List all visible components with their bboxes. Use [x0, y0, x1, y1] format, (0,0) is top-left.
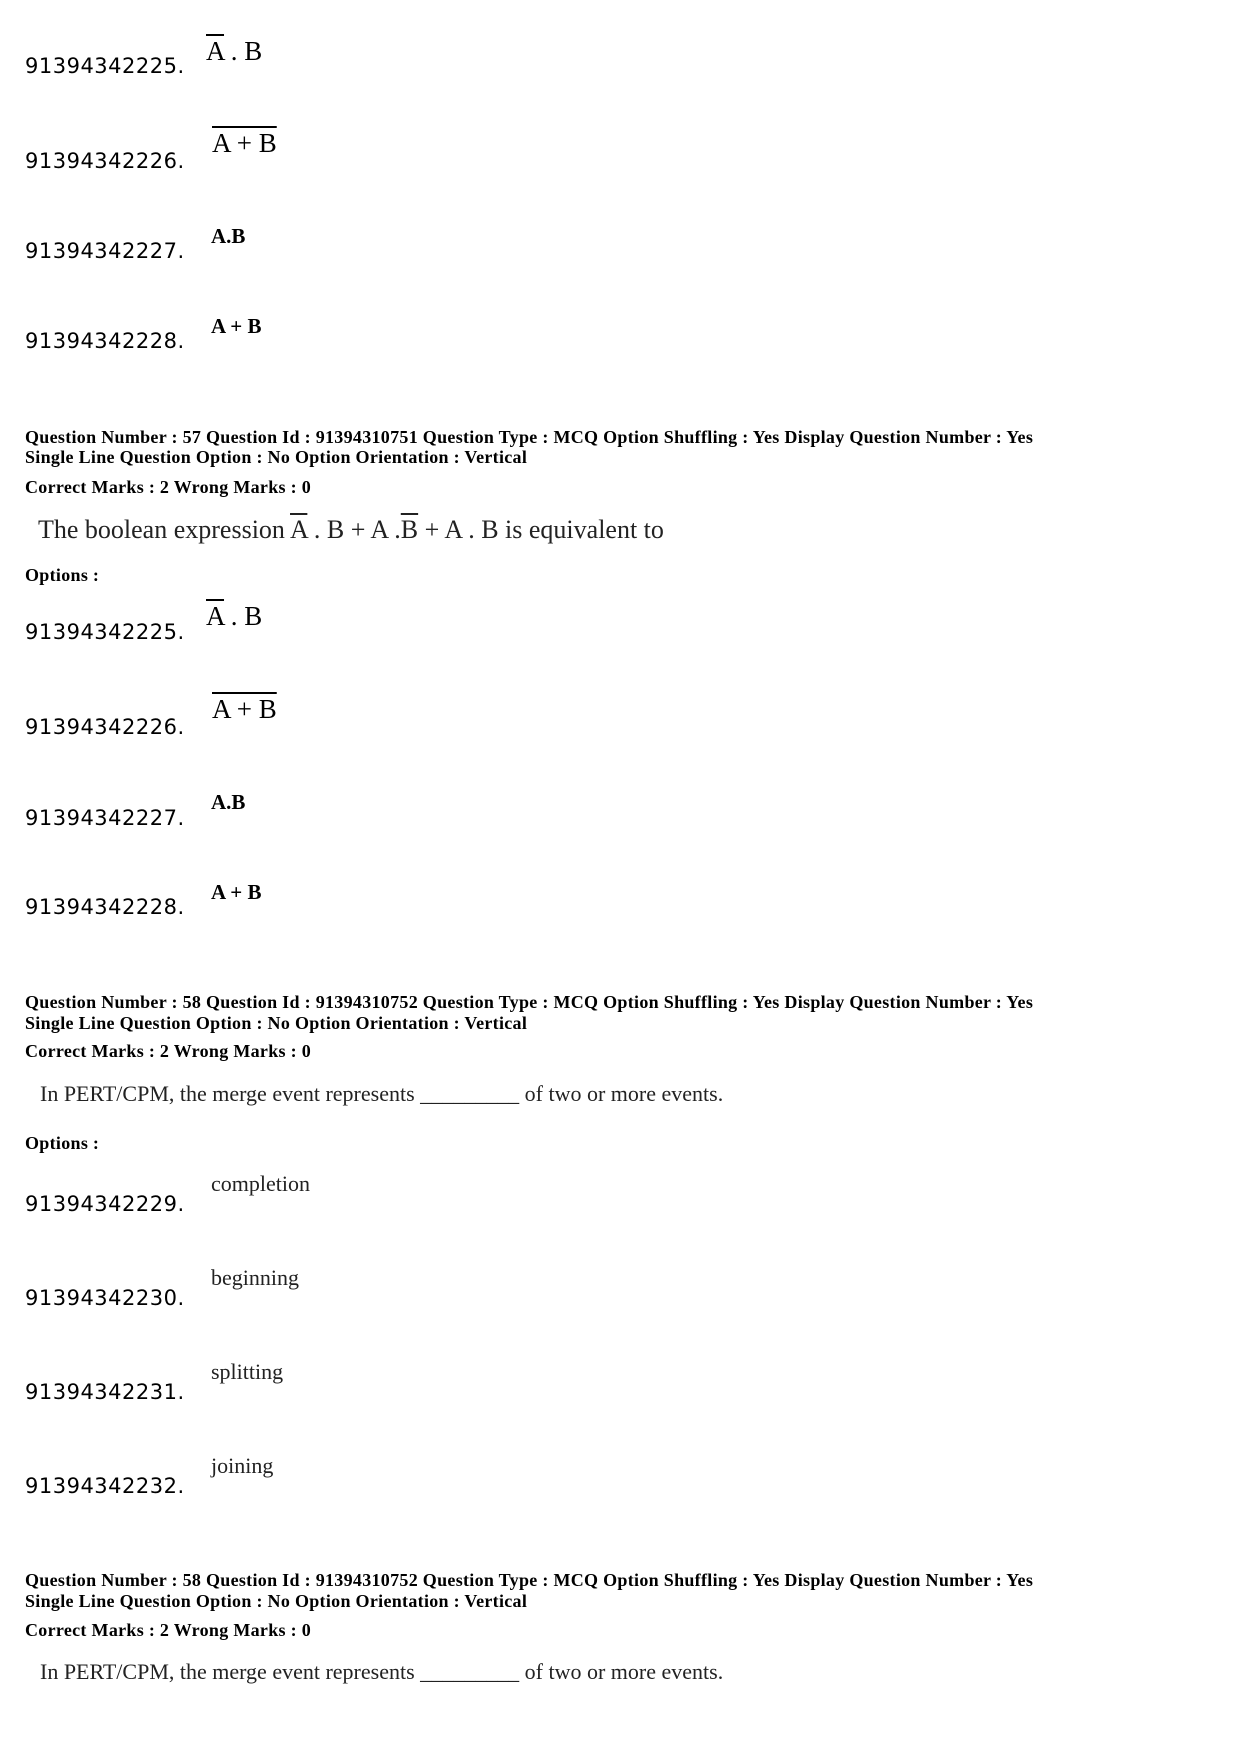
option-id: 91394342231. [25, 1380, 185, 1404]
option-expression: A + B [211, 314, 262, 338]
question-meta: Question Number : 58 Question Id : 91394… [25, 1570, 1034, 1590]
option-id: 91394342227. [25, 806, 185, 830]
question-text: In PERT/CPM, the merge event represents … [40, 1659, 724, 1684]
question-text: In PERT/CPM, the merge event represents … [40, 1081, 724, 1106]
option-text: splitting [211, 1359, 284, 1384]
question-marks: Correct Marks : 2 Wrong Marks : 0 [25, 1620, 312, 1640]
option-expression: A + B [212, 694, 277, 724]
option-expression: A.B [211, 224, 246, 248]
question-paper-page: 91394342225. A . B 91394342226. A + B 91… [0, 0, 1240, 1754]
option-id: 91394342225. [25, 620, 185, 644]
option-expression: A + B [212, 128, 277, 158]
options-label: Options : [25, 1133, 100, 1153]
question-meta: Single Line Question Option : No Option … [25, 1591, 528, 1611]
question-meta: Single Line Question Option : No Option … [25, 1013, 528, 1033]
option-id: 91394342226. [25, 149, 185, 173]
option-expression: A . B [206, 36, 263, 66]
option-text: joining [211, 1453, 274, 1478]
option-id: 91394342229. [25, 1192, 185, 1216]
option-id: 91394342232. [25, 1474, 185, 1498]
question-meta: Single Line Question Option : No Option … [25, 447, 528, 467]
option-id: 91394342227. [25, 239, 185, 263]
option-id: 91394342228. [25, 895, 185, 919]
option-id: 91394342225. [25, 54, 185, 78]
option-expression: A . B [206, 601, 263, 631]
question-marks: Correct Marks : 2 Wrong Marks : 0 [25, 477, 312, 497]
question-marks: Correct Marks : 2 Wrong Marks : 0 [25, 1041, 312, 1061]
question-meta: Question Number : 57 Question Id : 91394… [25, 427, 1034, 447]
question-meta: Question Number : 58 Question Id : 91394… [25, 992, 1034, 1012]
question-text: The boolean expression A . B + A .B + A … [38, 515, 664, 544]
option-expression: A.B [211, 790, 246, 814]
option-id: 91394342230. [25, 1286, 185, 1310]
option-text: beginning [211, 1265, 299, 1290]
option-id: 91394342228. [25, 329, 185, 353]
option-id: 91394342226. [25, 715, 185, 739]
option-text: completion [211, 1171, 310, 1196]
option-expression: A + B [211, 880, 262, 904]
options-label: Options : [25, 565, 100, 585]
